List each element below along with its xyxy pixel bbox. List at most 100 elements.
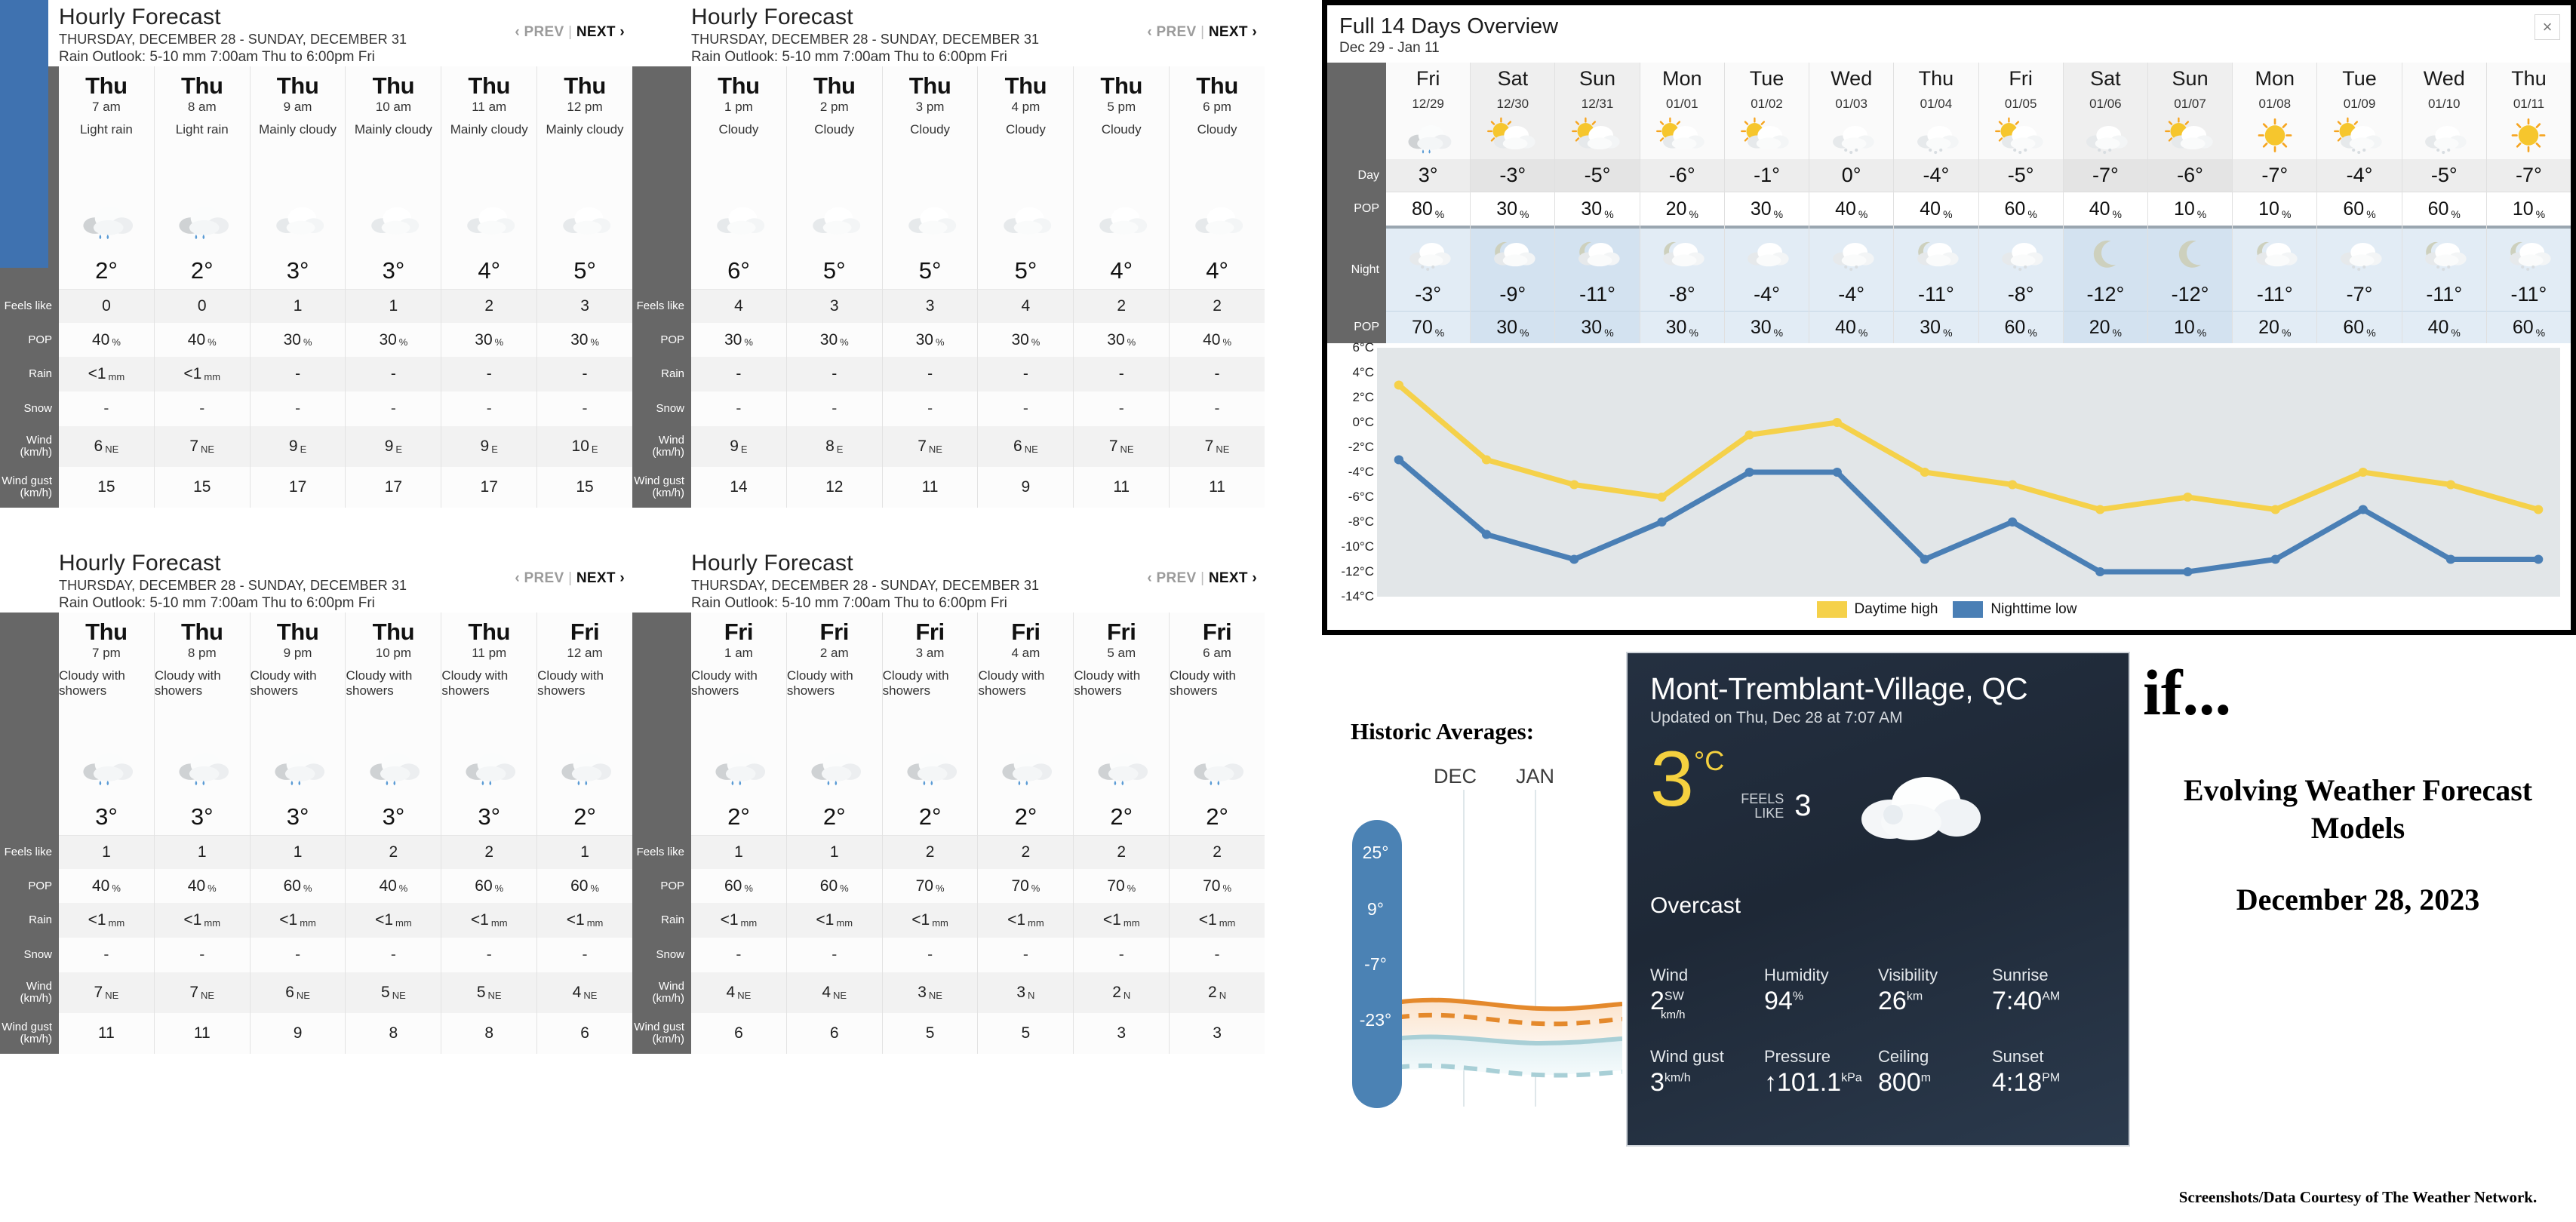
overview-day-column[interactable]: Sun 01/07 -6° 10% -12° 10%	[2147, 63, 2233, 343]
hourly-panel-header: Hourly Forecast THURSDAY, DECEMBER 28 - …	[0, 0, 632, 66]
hourly-column[interactable]: Thu 8 pm Cloudy with showers 3° 1 40% <1…	[153, 613, 250, 1054]
legend-item: Daytime high	[1816, 601, 1938, 618]
overview-day-column[interactable]: Fri 01/05 -5° 60% -8° 60%	[1978, 63, 2063, 343]
metric-value: ↑101.1kPa	[1764, 1068, 1862, 1097]
hourly-row-label: Wind gust (km/h)	[2, 1021, 52, 1045]
hourly-column-head: Fri 4 am Cloudy with showers	[978, 613, 1073, 733]
hourly-day: Thu	[1196, 72, 1238, 99]
hourly-day: Thu	[1004, 72, 1047, 99]
hourly-column[interactable]: Thu 7 pm Cloudy with showers 3° 1 40% <1…	[59, 613, 154, 1054]
hourly-column[interactable]: Fri 2 am Cloudy with showers 2° 1 60% <1…	[785, 613, 882, 1054]
next-button[interactable]: NEXT ›	[576, 24, 625, 40]
hourly-forecast-panel: Hourly Forecast THURSDAY, DECEMBER 28 - …	[0, 0, 632, 546]
hourly-column[interactable]: Thu 7 am Light rain 2° 0 40% <1 mm - 6 NE …	[59, 66, 154, 508]
full-14-days-overview-panel: Full 14 Days Overview Dec 29 - Jan 11 × …	[1322, 0, 2576, 635]
hourly-wind: 7 NE	[154, 426, 250, 467]
current-metrics-grid: Wind 2SW km/h Humidity 94% Visibility 26k…	[1650, 966, 2106, 1098]
hourly-hour: 2 am	[819, 646, 849, 660]
hourly-hour: 8 am	[187, 100, 217, 114]
hourly-hour: 12 pm	[567, 100, 603, 114]
legend-swatch	[1953, 601, 1984, 618]
overview-day-column[interactable]: Sun 12/31 -5° 30% -11° 30%	[1554, 63, 1640, 343]
overview-date: 01/07	[2147, 94, 2233, 114]
overview-day-column[interactable]: Sat 12/30 -3° 30% -9° 30%	[1470, 63, 1555, 343]
hourly-feels-like: 1	[786, 836, 882, 869]
hourly-column[interactable]: Thu 11 pm Cloudy with showers 3° 2 60% <…	[441, 613, 537, 1054]
hourly-column[interactable]: Fri 1 am Cloudy with showers 2° 1 60% <1…	[691, 613, 786, 1054]
hourly-column-head: Thu 6 pm Cloudy	[1170, 66, 1265, 187]
hourly-row-label: Rain	[661, 367, 684, 381]
overview-day-name: Sat	[2063, 63, 2147, 94]
hourly-condition: Cloudy with showers	[59, 668, 125, 698]
next-button[interactable]: NEXT ›	[576, 570, 625, 586]
close-icon[interactable]: ×	[2535, 14, 2560, 40]
overview-day-column[interactable]: Thu 01/11 -7° 10% -11° 60%	[2485, 63, 2571, 343]
overview-day-column[interactable]: Mon 01/08 -7° 10% -11° 20%	[2232, 63, 2317, 343]
overview-day-column[interactable]: Mon 01/01 -6° 20% -8° 30%	[1639, 63, 1724, 343]
prev-button[interactable]: ‹ PREV	[1147, 570, 1196, 586]
hourly-condition: Cloudy with showers	[882, 668, 949, 698]
snow-icon	[2402, 114, 2486, 159]
overview-day-column[interactable]: Tue 01/09 -4° 60% -7° 60%	[2316, 63, 2402, 343]
metric-pressure: Pressure ↑101.1kPa	[1764, 1047, 1878, 1098]
rain-icon	[59, 187, 154, 252]
hourly-snow: -	[486, 400, 492, 417]
hourly-day: Thu	[180, 619, 223, 645]
prev-button[interactable]: ‹ PREV	[1147, 24, 1196, 40]
hourly-column[interactable]: Thu 9 am Mainly cloudy 3° 1 30% - - 9E 1…	[249, 66, 346, 508]
overview-day-column[interactable]: Thu 01/04 -4° 40% -11° 30%	[1893, 63, 1978, 343]
next-button[interactable]: NEXT ›	[1209, 570, 1257, 586]
hourly-wind-gust: 3	[1213, 1024, 1222, 1042]
overview-day-column[interactable]: Wed 01/10 -5° 60% -11° 40%	[2401, 63, 2486, 343]
hourly-column[interactable]: Thu 11 am Mainly cloudy 4° 2 30% - - 9E …	[441, 66, 537, 508]
next-button[interactable]: NEXT ›	[1209, 24, 1257, 40]
cloudy-icon	[1170, 187, 1265, 252]
overview-day-pop: 40%	[1809, 192, 1894, 226]
hourly-column[interactable]: Fri 3 am Cloudy with showers 2° 2 70% <1…	[881, 613, 978, 1054]
hourly-column[interactable]: Thu 10 am Mainly cloudy 3° 1 30% - - 9E …	[345, 66, 441, 508]
hourly-rain: -	[346, 357, 441, 391]
legend-item: Nighttime low	[1953, 601, 2076, 618]
hourly-column[interactable]: Thu 1 pm Cloudy 6° 4 30% - - 9E 14	[691, 66, 786, 508]
hourly-rain: <1 mm	[537, 903, 632, 938]
hourly-column[interactable]: Thu 5 pm Cloudy 4° 2 30% - - 7 NE 11	[1073, 66, 1170, 508]
hourly-column[interactable]: Fri 5 am Cloudy with showers 2° 2 70% <1…	[1073, 613, 1170, 1054]
hourly-wind-gust: 15	[97, 478, 115, 496]
hourly-column[interactable]: Thu 9 pm Cloudy with showers 3° 1 60% <1…	[249, 613, 346, 1054]
prev-button[interactable]: ‹ PREV	[515, 570, 564, 586]
overview-date: 12/31	[1555, 94, 1640, 114]
hourly-column[interactable]: Thu 4 pm Cloudy 5° 4 30% - - 6 NE 9	[977, 66, 1074, 508]
hourly-pop: 40%	[1203, 330, 1232, 348]
hourly-condition: Mainly cloudy	[354, 122, 432, 137]
hourly-rain: <1 mm	[59, 903, 154, 938]
snow-icon	[2063, 114, 2147, 159]
overview-day-temp: -1°	[1724, 159, 1809, 192]
overcast-icon	[1845, 757, 1988, 848]
sun-snow-icon	[2317, 114, 2402, 159]
overview-day-column[interactable]: Sat 01/06 -7° 40% -12° 20%	[2062, 63, 2147, 343]
hourly-column[interactable]: Fri 12 am Cloudy with showers 2° 1 60% <…	[536, 613, 632, 1054]
hourly-column[interactable]: Thu 6 pm Cloudy 4° 2 40% - - 7 NE 11	[1169, 66, 1265, 508]
updated-timestamp: Updated on Thu, Dec 28 at 7:07 AM	[1650, 709, 1903, 726]
hourly-column[interactable]: Thu 3 pm Cloudy 5° 3 30% - - 7 NE 11	[881, 66, 978, 508]
hourly-column[interactable]: Thu 2 pm Cloudy 5° 3 30% - - 8E 12	[785, 66, 882, 508]
hourly-column[interactable]: Thu 12 pm Mainly cloudy 5° 3 30% - - 10 E…	[536, 66, 632, 508]
hourly-wind: 3N	[978, 972, 1074, 1013]
hourly-column[interactable]: Thu 10 pm Cloudy with showers 3° 2 40% <…	[345, 613, 441, 1054]
hourly-condition: Cloudy	[1005, 122, 1046, 137]
hourly-column[interactable]: Fri 4 am Cloudy with showers 2° 2 70% <1…	[977, 613, 1074, 1054]
hourly-feels-like: 4	[691, 290, 786, 323]
snow-icon	[1809, 229, 1894, 278]
hourly-column[interactable]: Thu 8 am Light rain 2° 0 40% <1 mm - 7 NE …	[153, 66, 250, 508]
hourly-condition: Cloudy with showers	[537, 668, 604, 698]
prev-button[interactable]: ‹ PREV	[515, 24, 564, 40]
hourly-wind: 2N	[1170, 972, 1265, 1013]
hourly-feels-like: 2	[978, 836, 1074, 869]
overview-day-name: Sat	[1471, 63, 1555, 94]
hourly-column[interactable]: Fri 6 am Cloudy with showers 2° 2 70% <1…	[1169, 613, 1265, 1054]
hourly-day: Fri	[915, 619, 945, 645]
overview-day-column[interactable]: Fri 12/29 3° 80% -3° 70%	[1386, 63, 1471, 343]
overview-day-column[interactable]: Wed 01/03 0° 40% -4° 40%	[1809, 63, 1894, 343]
hourly-condition: Cloudy with showers	[1170, 668, 1237, 698]
overview-day-column[interactable]: Tue 01/02 -1° 30% -4° 30%	[1723, 63, 1809, 343]
